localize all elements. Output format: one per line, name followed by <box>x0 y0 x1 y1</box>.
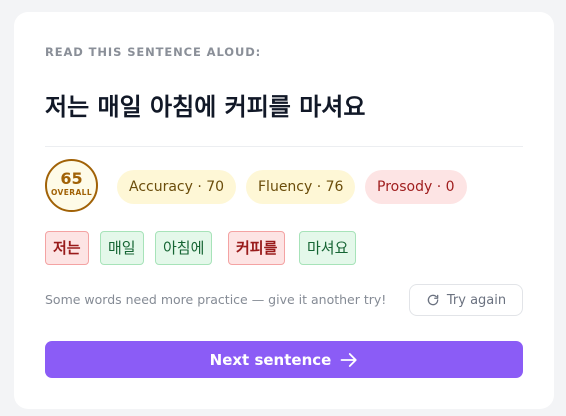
prosody-score-pill: Prosody · 0 <box>365 170 467 204</box>
word-chip: 마셔요 <box>299 231 357 265</box>
arrow-right-icon <box>340 352 357 367</box>
target-sentence: 저는 매일 아침에 커피를 마셔요 <box>45 93 366 121</box>
overall-score-badge: 65 OVERALL <box>45 159 98 212</box>
word-chip: 저는 <box>45 231 89 265</box>
divider <box>45 146 523 147</box>
refresh-icon <box>427 294 439 306</box>
prompt-label: READ THIS SENTENCE ALOUD: <box>45 45 262 59</box>
try-again-button[interactable]: Try again <box>409 284 523 316</box>
word-chip: 매일 <box>100 231 144 265</box>
accuracy-score-pill: Accuracy · 70 <box>117 170 237 204</box>
overall-score-value: 65 <box>60 169 83 188</box>
next-sentence-button[interactable]: Next sentence <box>45 341 523 378</box>
word-chip: 아침에 <box>155 231 213 265</box>
word-chip: 커피를 <box>228 231 286 265</box>
overall-score-label: OVERALL <box>50 188 93 197</box>
fluency-score-pill: Fluency · 76 <box>246 170 356 204</box>
pronunciation-card: READ THIS SENTENCE ALOUD: 저는 매일 아침에 커피를 … <box>14 12 554 409</box>
next-sentence-label: Next sentence <box>209 350 332 369</box>
try-again-label: Try again <box>446 292 507 308</box>
feedback-message: Some words need more practice — give it … <box>45 292 387 307</box>
